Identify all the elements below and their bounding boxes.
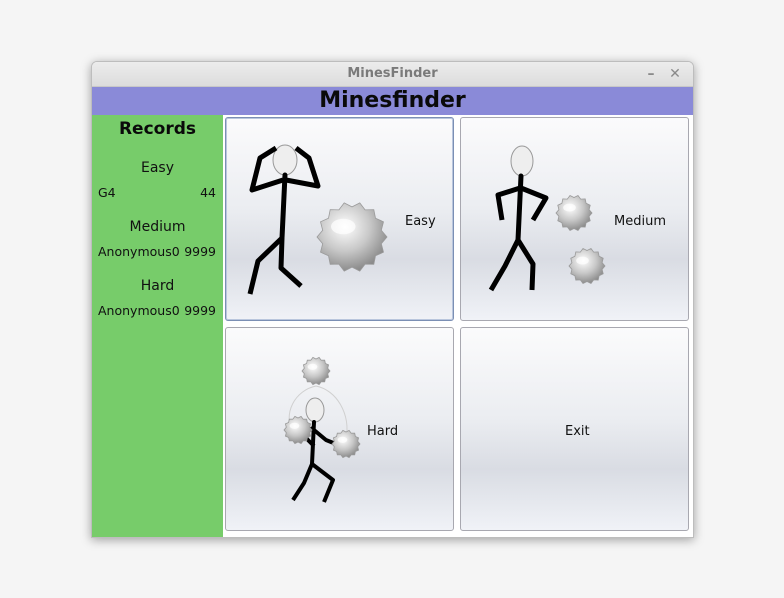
title-bar[interactable]: MinesFinder – ✕: [92, 62, 693, 87]
mine-icon: [331, 429, 361, 459]
close-icon[interactable]: ✕: [667, 66, 683, 82]
easy-label: Easy: [405, 214, 436, 229]
stickman-icon: [488, 145, 549, 292]
exit-button[interactable]: Exit: [460, 327, 689, 531]
minesfinder-window: MinesFinder – ✕ Minesfinder Records Easy…: [91, 61, 694, 538]
record-level-easy: Easy: [140, 160, 174, 176]
exit-label: Exit: [565, 424, 590, 439]
record-score: 9999: [184, 244, 216, 259]
record-name: G4: [98, 185, 116, 200]
records-title: Records: [118, 119, 197, 139]
record-score: 9999: [184, 303, 216, 318]
medium-label: Medium: [614, 214, 666, 229]
window-title: MinesFinder: [347, 66, 438, 81]
minimize-icon[interactable]: –: [643, 66, 659, 82]
record-score: 44: [200, 185, 216, 200]
hard-button[interactable]: Hard: [225, 327, 454, 531]
hard-label: Hard: [367, 424, 399, 439]
records-panel: Records Easy G4 44 Medium Anonymous0 999…: [92, 115, 223, 537]
app-title: Minesfinder: [319, 88, 466, 113]
easy-button[interactable]: Easy: [225, 117, 454, 321]
medium-button[interactable]: Medium: [460, 117, 689, 321]
mine-icon: [568, 247, 606, 285]
mine-icon: [555, 194, 593, 232]
mine-icon: [301, 356, 331, 386]
app-header: Minesfinder: [92, 87, 693, 115]
hard-illustration: [283, 356, 361, 503]
stickman-icon: [247, 144, 321, 295]
record-level-medium: Medium: [129, 219, 186, 235]
record-name: Anonymous0: [98, 303, 180, 318]
mine-icon: [316, 202, 388, 272]
stickman-icon: [291, 397, 337, 503]
record-level-hard: Hard: [140, 278, 175, 294]
record-name: Anonymous0: [98, 244, 180, 259]
